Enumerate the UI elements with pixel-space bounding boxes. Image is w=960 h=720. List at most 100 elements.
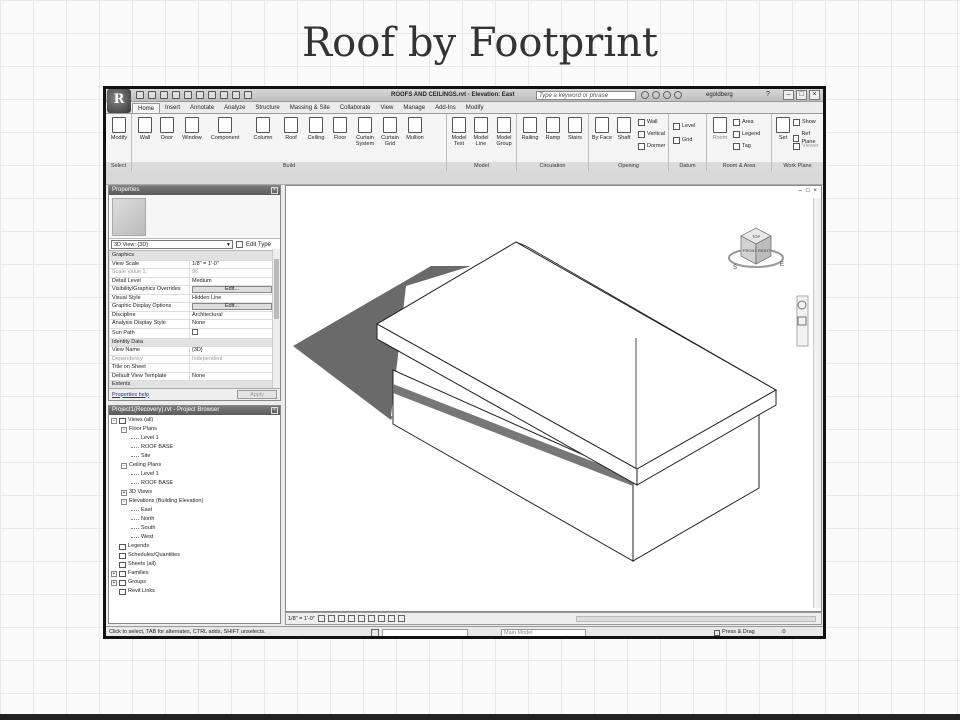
- minimize-button[interactable]: –: [783, 90, 794, 100]
- railing-button[interactable]: Railing: [519, 117, 541, 141]
- set-button[interactable]: Set: [772, 117, 794, 141]
- property-group[interactable]: Identity Data: [109, 337, 280, 347]
- subscription-icon[interactable]: [652, 91, 660, 99]
- binoculars-icon[interactable]: [641, 91, 649, 99]
- section-icon[interactable]: [232, 91, 240, 99]
- curtain-system-button[interactable]: Curtain System: [352, 117, 378, 147]
- collapse-icon[interactable]: −: [121, 462, 127, 469]
- browser-node[interactable]: + Groups: [111, 578, 278, 587]
- apply-button[interactable]: Apply: [237, 390, 277, 399]
- expand-icon[interactable]: +: [111, 570, 117, 577]
- property-row[interactable]: Default View Template None: [109, 371, 280, 381]
- property-value[interactable]: Hidden Line: [189, 293, 280, 303]
- show-button[interactable]: Show: [793, 118, 816, 126]
- edit-button[interactable]: Edit...: [192, 286, 272, 294]
- print-icon[interactable]: [184, 91, 192, 99]
- browser-node[interactable]: East: [111, 506, 278, 515]
- crop-view-icon[interactable]: [357, 615, 365, 622]
- window-button[interactable]: Window: [179, 117, 205, 141]
- 3d-view-canvas[interactable]: – □ × TOP FRONT RIGHT S E: [285, 185, 822, 612]
- 3d-view-icon[interactable]: [220, 91, 228, 99]
- properties-scrollbar[interactable]: [272, 249, 280, 389]
- property-row[interactable]: Title on Sheet: [109, 363, 280, 373]
- view-type-select[interactable]: 3D View: {3D}: [111, 240, 233, 249]
- property-value[interactable]: [189, 327, 280, 339]
- type-selector[interactable]: [109, 195, 280, 239]
- tab-annotate[interactable]: Annotate: [185, 103, 219, 113]
- application-menu-button[interactable]: R: [107, 89, 131, 113]
- undo-icon[interactable]: [160, 91, 168, 99]
- text-icon[interactable]: [208, 91, 216, 99]
- wall-opening-button[interactable]: Wall: [638, 118, 658, 126]
- property-value[interactable]: {3D}: [189, 346, 280, 356]
- property-row[interactable]: Discipline Architectural: [109, 310, 280, 320]
- level-button[interactable]: Level: [673, 122, 695, 130]
- property-row[interactable]: View Name {3D}: [109, 346, 280, 356]
- browser-node[interactable]: − Ceiling Plans: [111, 461, 278, 470]
- expand-icon[interactable]: +: [121, 489, 127, 496]
- property-row[interactable]: Sun Path: [109, 327, 280, 339]
- visual-style-icon[interactable]: [327, 615, 335, 622]
- navigation-bar[interactable]: [796, 295, 809, 347]
- browser-node[interactable]: +3D Views: [111, 488, 278, 497]
- temporary-hide-icon[interactable]: [387, 615, 395, 622]
- view-cube[interactable]: TOP FRONT RIGHT S E: [728, 227, 784, 271]
- tab-modify[interactable]: Modify: [461, 103, 489, 113]
- area-button[interactable]: Area: [733, 118, 754, 126]
- tab-analyze[interactable]: Analyze: [219, 103, 250, 113]
- tab-view[interactable]: View: [375, 103, 398, 113]
- ceiling-button[interactable]: Ceiling: [304, 117, 328, 141]
- property-row[interactable]: View Scale 1/8" = 1'-0": [109, 259, 280, 269]
- browser-node[interactable]: South: [111, 524, 278, 533]
- measure-icon[interactable]: [196, 91, 204, 99]
- workset-select[interactable]: [382, 629, 468, 636]
- property-row[interactable]: Detail Level Medium: [109, 276, 280, 286]
- tag-button[interactable]: Tag: [733, 142, 751, 150]
- floor-button[interactable]: Floor: [329, 117, 351, 141]
- shadows-icon[interactable]: [347, 615, 355, 622]
- browser-node[interactable]: Sheets (all): [111, 560, 278, 569]
- browser-node[interactable]: Schedules/Quantities: [111, 551, 278, 560]
- save-icon[interactable]: [148, 91, 156, 99]
- property-row[interactable]: Dependency Independent: [109, 354, 280, 364]
- user-name[interactable]: egoldberg: [706, 92, 733, 98]
- column-button[interactable]: Column: [250, 117, 276, 141]
- property-value[interactable]: Edit...: [189, 302, 280, 312]
- reveal-hidden-icon[interactable]: [397, 615, 405, 622]
- view-scrollbar[interactable]: [813, 198, 821, 608]
- close-icon[interactable]: ×: [271, 407, 278, 414]
- model-group-button[interactable]: Model Group: [492, 117, 516, 147]
- browser-node[interactable]: ROOF BASE: [111, 479, 278, 488]
- horizontal-scrollbar[interactable]: [576, 616, 816, 622]
- open-icon[interactable]: [136, 91, 144, 99]
- dormer-button[interactable]: Dormer: [638, 142, 665, 150]
- press-drag-checkbox[interactable]: [714, 629, 720, 636]
- property-value[interactable]: 1/8" = 1'-0": [189, 259, 280, 269]
- browser-node[interactable]: ROOF BASE: [111, 443, 278, 452]
- browser-node[interactable]: Level 1: [111, 470, 278, 479]
- legend-button[interactable]: Legend: [733, 130, 760, 138]
- property-row[interactable]: Visual Style Hidden Line: [109, 293, 280, 303]
- tab-insert[interactable]: Insert: [160, 103, 185, 113]
- browser-node[interactable]: − Elevations (Building Elevation): [111, 497, 278, 506]
- viewer-button[interactable]: Viewer: [793, 142, 819, 150]
- browser-node[interactable]: Site: [111, 452, 278, 461]
- model-text-button[interactable]: Model Text: [448, 117, 470, 147]
- design-option-select[interactable]: Main Model: [501, 629, 586, 636]
- browser-node[interactable]: Legends: [111, 542, 278, 551]
- detail-level-icon[interactable]: [317, 615, 325, 622]
- show-crop-icon[interactable]: [367, 615, 375, 622]
- browser-node[interactable]: − Floor Plans: [111, 425, 278, 434]
- curtain-grid-button[interactable]: Curtain Grid: [378, 117, 402, 147]
- property-group[interactable]: Graphics: [109, 251, 280, 261]
- maximize-button[interactable]: □: [796, 90, 807, 100]
- property-row[interactable]: Analysis Display Style None: [109, 319, 280, 329]
- property-value[interactable]: [189, 363, 280, 373]
- browser-node[interactable]: North: [111, 515, 278, 524]
- roof-button[interactable]: Roof: [280, 117, 302, 141]
- filter-count[interactable]: :0: [781, 627, 786, 636]
- edit-type-button[interactable]: Edit Type: [246, 242, 271, 248]
- property-row[interactable]: Visibility/Graphics Overrides Edit...: [109, 285, 280, 295]
- redo-icon[interactable]: [172, 91, 180, 99]
- browser-node[interactable]: West: [111, 533, 278, 542]
